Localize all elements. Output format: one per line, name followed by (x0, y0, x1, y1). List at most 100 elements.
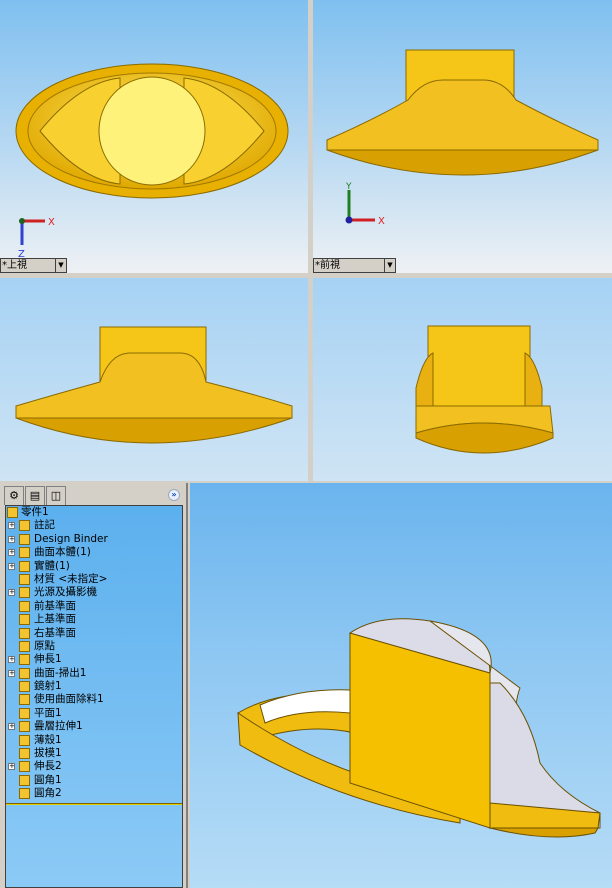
tree-item-label: 疊層拉伸1 (34, 720, 83, 733)
fillet-icon (19, 774, 30, 786)
feature-tree: 零件1 + 註記 + Design Binder + 曲面本體(1) + 實體(1) 材質 <未… (5, 505, 183, 888)
svg-text:X: X (48, 217, 55, 228)
mirror-icon (19, 681, 30, 693)
tree-item[interactable]: + 註記 (6, 519, 182, 532)
tree-item[interactable]: 上基準面 (6, 613, 182, 626)
view-orientation-select[interactable]: *前視 ▼ (313, 258, 396, 273)
expand-icon[interactable]: + (8, 562, 15, 570)
material-icon (19, 573, 30, 585)
feature-manager-icon: ⚙ (9, 489, 19, 502)
surface-sweep-icon (19, 667, 30, 679)
tree-item-label: Design Binder (34, 532, 108, 545)
svg-text:Y: Y (345, 182, 352, 192)
viewport-front-view[interactable]: Y X *前視 ▼ (313, 0, 612, 273)
tree-item[interactable]: + 曲面-掃出1 (6, 667, 182, 680)
tree-item-label: 平面1 (34, 706, 62, 719)
tree-item[interactable]: + 伸長2 (6, 760, 182, 773)
expand-icon[interactable]: + (8, 549, 15, 557)
rollback-bar[interactable] (6, 803, 182, 805)
tree-item[interactable]: 薄殼1 (6, 734, 182, 747)
tree-item[interactable]: + Design Binder (6, 533, 182, 546)
expand-icon[interactable]: + (8, 763, 15, 771)
plane-icon (19, 614, 30, 626)
lights-icon (19, 587, 30, 599)
plane-icon (19, 600, 30, 612)
draft-icon (19, 748, 30, 760)
tree-item[interactable]: 鏡射1 (6, 680, 182, 693)
expand-icon[interactable]: + (8, 589, 15, 597)
tab-configuration-manager[interactable]: ◫ (46, 486, 66, 505)
expand-icon[interactable]: + (8, 723, 15, 731)
expand-icon[interactable]: + (8, 656, 15, 664)
tab-feature-manager[interactable]: ⚙ (4, 486, 24, 505)
solid-bodies-icon (19, 560, 30, 572)
shell-icon (19, 734, 30, 746)
tab-property-manager[interactable]: ▤ (25, 486, 45, 505)
surface-cut-icon (19, 694, 30, 706)
tree-item-label: 零件1 (21, 506, 49, 518)
annotations-icon (19, 520, 30, 532)
plane-feature-icon (19, 707, 30, 719)
viewport-bottom-left[interactable] (0, 278, 308, 481)
tree-item[interactable]: 原點 (6, 640, 182, 653)
tree-item-label: 前基準面 (34, 599, 76, 612)
tree-item-label: 原點 (34, 639, 55, 652)
part-top-view: X Z (15, 63, 289, 260)
expand-icon[interactable]: + (8, 535, 15, 543)
tree-item-label: 伸長2 (34, 760, 62, 773)
chevron-down-icon[interactable]: ▼ (384, 259, 395, 272)
tree-item-label: 曲面-掃出1 (34, 666, 87, 679)
tree-item[interactable]: 平面1 (6, 707, 182, 720)
viewport-top-view[interactable]: X Z *上視 ▼ (0, 0, 308, 273)
svg-text:X: X (378, 216, 385, 227)
tree-item[interactable]: + 曲面本體(1) (6, 546, 182, 559)
tree-item[interactable]: 前基準面 (6, 600, 182, 613)
tree-item-label: 上基準面 (34, 613, 76, 626)
extrude-icon (19, 761, 30, 773)
tree-item[interactable]: 材質 <未指定> (6, 573, 182, 586)
view-orientation-select[interactable]: *上視 ▼ (0, 258, 67, 273)
configuration-manager-icon: ◫ (50, 489, 62, 502)
viewport-isometric[interactable] (190, 483, 612, 888)
tree-item-label: 註記 (34, 519, 55, 532)
tree-item[interactable]: + 實體(1) (6, 560, 182, 573)
view-label: *前視 (315, 260, 340, 271)
tree-item[interactable]: 拔模1 (6, 747, 182, 760)
origin-icon (19, 640, 30, 652)
tree-item[interactable]: + 疊層拉伸1 (6, 720, 182, 733)
plane-icon (19, 627, 30, 639)
tree-item[interactable]: 使用曲面除料1 (6, 693, 182, 706)
tree-item-label: 使用曲面除料1 (34, 693, 104, 706)
tree-item-label: 伸長1 (34, 653, 62, 666)
tree-item[interactable]: + 光源及攝影機 (6, 586, 182, 599)
tree-item-label: 圓角2 (34, 787, 62, 800)
tree-item[interactable]: + 伸長1 (6, 653, 182, 666)
tree-item-label: 鏡射1 (34, 680, 62, 693)
loft-icon (19, 721, 30, 733)
property-manager-icon: ▤ (29, 489, 41, 502)
part-icon (7, 507, 18, 518)
tree-item[interactable]: 右基準面 (6, 627, 182, 640)
tree-item[interactable]: 圓角1 (6, 774, 182, 787)
tree-item-label: 曲面本體(1) (34, 546, 91, 559)
surface-bodies-icon (19, 547, 30, 559)
tree-item-label: 薄殼1 (34, 733, 62, 746)
part-right-view (415, 325, 554, 454)
tree-item-label: 圓角1 (34, 773, 62, 786)
tree-item-label: 拔模1 (34, 747, 62, 760)
tree-root-part[interactable]: 零件1 (6, 506, 182, 519)
expand-panel-button[interactable]: » (168, 489, 180, 501)
view-label: *上視 (2, 260, 27, 271)
part-side-view (15, 326, 293, 444)
tree-item-label: 光源及攝影機 (34, 586, 97, 599)
tree-item[interactable]: 圓角2 (6, 787, 182, 800)
part-front-view: Y X (326, 49, 599, 227)
fillet-icon (19, 788, 30, 800)
chevron-down-icon[interactable]: ▼ (55, 259, 66, 272)
viewport-bottom-right[interactable] (313, 278, 612, 481)
design-binder-icon (19, 533, 30, 545)
expand-icon[interactable]: + (8, 669, 15, 677)
tree-item-label: 右基準面 (34, 626, 76, 639)
tree-item-label: 材質 <未指定> (34, 572, 108, 585)
expand-icon[interactable]: + (8, 522, 15, 530)
